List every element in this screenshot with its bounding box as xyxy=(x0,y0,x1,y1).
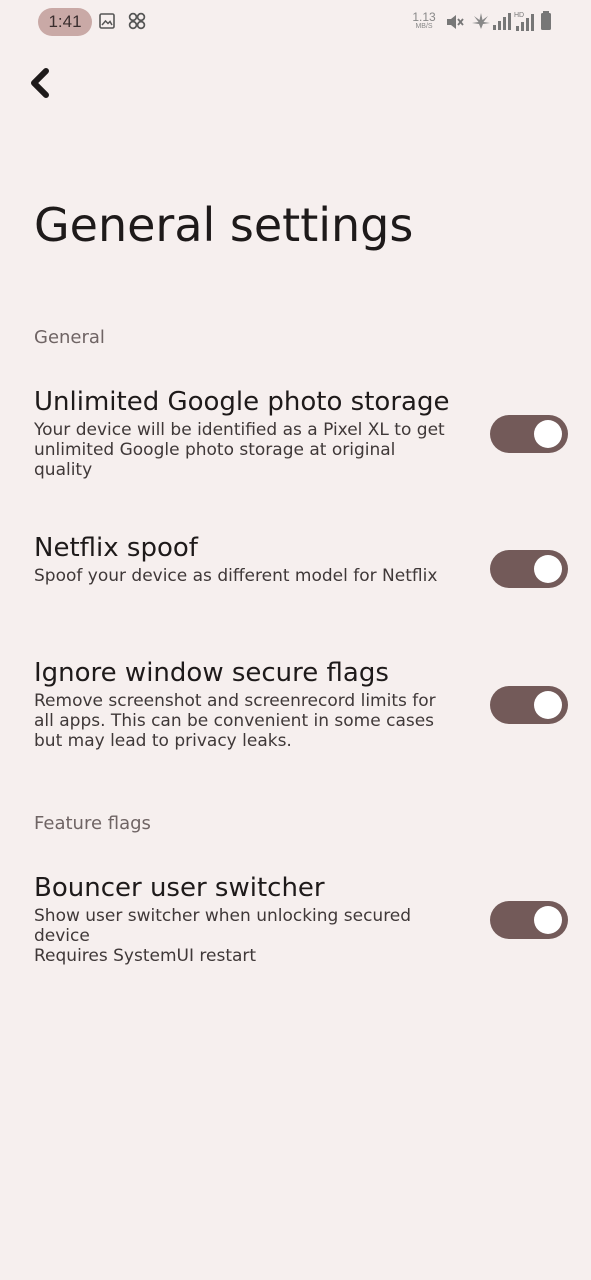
battery-icon xyxy=(540,11,552,35)
setting-summary-note: Requires SystemUI restart xyxy=(34,946,257,966)
setting-summary-line: Show user switcher when unlocking secure… xyxy=(34,906,412,946)
toggle-unlimited-google-photo-storage[interactable] xyxy=(490,415,568,453)
status-time: 1:41 xyxy=(38,8,92,36)
network-speed-unit: MB/S xyxy=(415,23,433,30)
toggle-knob xyxy=(534,420,562,448)
mute-icon xyxy=(445,12,465,36)
page-title: General settings xyxy=(34,198,414,252)
gallery-icon xyxy=(99,13,115,33)
back-button[interactable] xyxy=(22,62,62,102)
section-header-general: General xyxy=(34,327,105,348)
chevron-left-icon xyxy=(22,68,62,106)
toggle-knob xyxy=(534,906,562,934)
setting-summary: Your device will be identified as a Pixe… xyxy=(34,420,445,480)
toggle-knob xyxy=(534,555,562,583)
section-header-feature-flags: Feature flags xyxy=(34,813,151,834)
pinwheel-icon xyxy=(127,11,147,35)
toggle-ignore-window-secure-flags[interactable] xyxy=(490,686,568,724)
setting-summary: Remove screenshot and screenrecord limit… xyxy=(34,691,436,751)
setting-title: Unlimited Google photo storage xyxy=(34,387,450,417)
status-bar: 1:41 1.13 MB/S HD xyxy=(0,0,591,44)
toggle-bouncer-user-switcher[interactable] xyxy=(490,901,568,939)
setting-summary: Show user switcher when unlocking secure… xyxy=(34,906,454,966)
network-speed-value: 1.13 xyxy=(412,10,436,24)
setting-title: Bouncer user switcher xyxy=(34,873,325,903)
signal-strength-hd-icon: HD xyxy=(513,10,535,36)
setting-summary: Spoof your device as different model for… xyxy=(34,566,438,586)
network-speed: 1.13 MB/S xyxy=(410,11,438,30)
leaf-icon xyxy=(471,11,491,35)
toggle-knob xyxy=(534,691,562,719)
setting-title: Ignore window secure flags xyxy=(34,658,389,688)
toggle-netflix-spoof[interactable] xyxy=(490,550,568,588)
svg-text:HD: HD xyxy=(514,12,524,19)
signal-strength-icon xyxy=(492,13,512,35)
